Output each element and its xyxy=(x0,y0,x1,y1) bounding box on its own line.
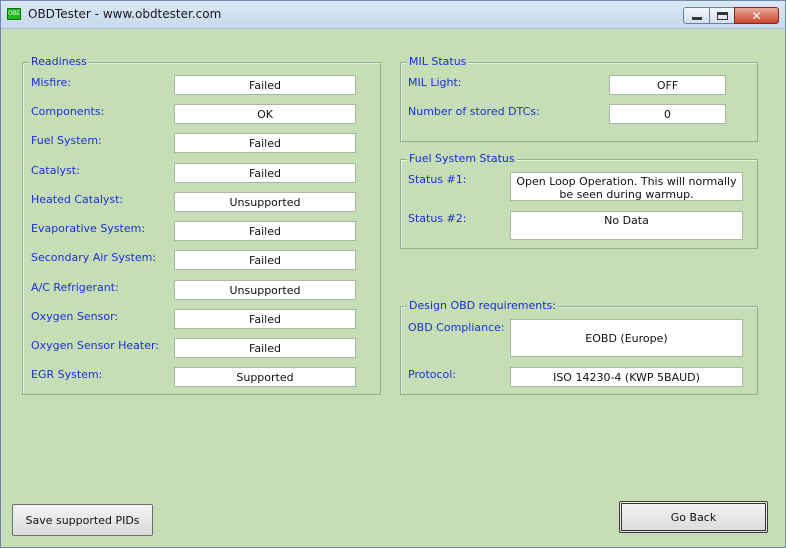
readiness-label: EGR System: xyxy=(31,368,103,381)
readiness-label: Misfire: xyxy=(31,76,71,89)
readiness-label: A/C Refrigerant: xyxy=(31,281,119,294)
mil-status-group: MIL Status xyxy=(400,55,758,142)
dtc-count-value: 0 xyxy=(609,104,726,124)
go-back-button[interactable]: Go Back xyxy=(619,501,768,533)
obd-compliance-label: OBD Compliance: xyxy=(408,321,505,334)
fuel-status2-label: Status #2: xyxy=(408,212,467,225)
app-icon: OBD xyxy=(7,8,21,20)
readiness-value: Failed xyxy=(174,163,356,183)
readiness-label: Heated Catalyst: xyxy=(31,193,124,206)
protocol-label: Protocol: xyxy=(408,368,457,381)
readiness-label: Fuel System: xyxy=(31,134,102,147)
fuel-status1-label: Status #1: xyxy=(408,173,467,186)
mil-status-title: MIL Status xyxy=(407,55,469,69)
fuel-status1-value: Open Loop Operation. This will normally … xyxy=(510,172,743,201)
readiness-value: Failed xyxy=(174,75,356,95)
minimize-icon xyxy=(691,17,702,20)
readiness-value: Failed xyxy=(174,221,356,241)
readiness-value: Failed xyxy=(174,309,356,329)
readiness-label: Evaporative System: xyxy=(31,222,146,235)
readiness-label: Catalyst: xyxy=(31,164,80,177)
window-controls: ✕ xyxy=(683,7,779,25)
readiness-label: Oxygen Sensor Heater: xyxy=(31,339,159,352)
readiness-label: Components: xyxy=(31,105,105,118)
maximize-icon xyxy=(716,11,728,20)
dtc-count-label: Number of stored DTCs: xyxy=(408,105,540,118)
readiness-value: Supported xyxy=(174,367,356,387)
protocol-value: ISO 14230-4 (KWP 5BAUD) xyxy=(510,367,743,387)
readiness-value: Failed xyxy=(174,250,356,270)
readiness-value: Unsupported xyxy=(174,280,356,300)
mil-light-value: OFF xyxy=(609,75,726,95)
readiness-label: Oxygen Sensor: xyxy=(31,310,119,323)
fuel-system-status-title: Fuel System Status xyxy=(407,152,517,166)
readiness-title: Readiness xyxy=(29,55,89,69)
mil-light-label: MIL Light: xyxy=(408,76,462,89)
obd-requirements-title: Design OBD requirements: xyxy=(407,299,558,313)
readiness-value: Failed xyxy=(174,133,356,153)
minimize-button[interactable] xyxy=(683,7,710,24)
readiness-value: OK xyxy=(174,104,356,124)
readiness-label: Secondary Air System: xyxy=(31,251,157,264)
fuel-status2-value: No Data xyxy=(510,211,743,240)
obd-compliance-value: EOBD (Europe) xyxy=(510,319,743,357)
maximize-button[interactable] xyxy=(709,7,735,24)
readiness-value: Failed xyxy=(174,338,356,358)
app-window: OBD OBDTester - www.obdtester.com ✕ Read… xyxy=(0,0,786,548)
close-icon: ✕ xyxy=(751,8,762,23)
window-title: OBDTester - www.obdtester.com xyxy=(28,7,222,21)
title-bar[interactable]: OBD OBDTester - www.obdtester.com ✕ xyxy=(1,1,785,29)
readiness-value: Unsupported xyxy=(174,192,356,212)
close-button[interactable]: ✕ xyxy=(734,7,779,24)
save-supported-pids-button[interactable]: Save supported PIDs xyxy=(12,504,153,536)
